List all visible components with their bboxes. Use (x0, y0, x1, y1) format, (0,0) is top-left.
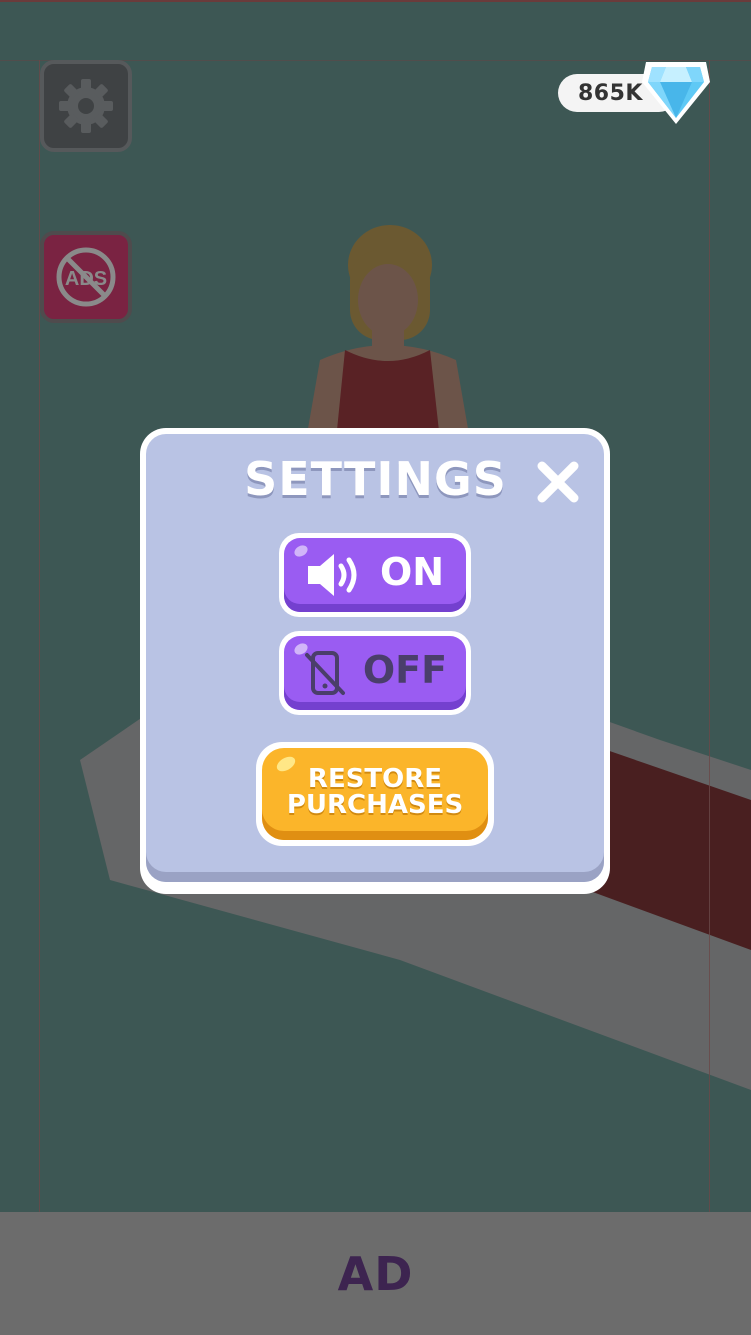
ad-label: AD (337, 1246, 414, 1301)
settings-button[interactable] (40, 60, 132, 152)
diamond-icon (642, 62, 710, 124)
settings-title: SETTINGS (244, 452, 507, 506)
close-icon[interactable] (534, 458, 582, 506)
ad-banner[interactable]: AD (0, 1212, 751, 1335)
restore-purchases-button[interactable]: RESTORE PURCHASES (256, 742, 494, 846)
speaker-icon (307, 554, 357, 596)
top-divider (0, 0, 751, 2)
button-shine (274, 753, 298, 775)
no-ads-icon: ADS (56, 247, 116, 307)
restore-label-line2: PURCHASES (286, 790, 464, 820)
no-vibration-icon (304, 651, 345, 695)
left-guide-line (39, 60, 40, 1212)
sound-toggle-button[interactable]: ON (279, 533, 471, 617)
svg-text:ADS: ADS (65, 268, 107, 290)
right-guide-line (709, 60, 710, 1212)
sound-toggle-label: ON (379, 550, 445, 594)
remove-ads-button[interactable]: ADS (40, 231, 132, 323)
vibration-toggle-button[interactable]: OFF (279, 631, 471, 715)
vibration-toggle-label: OFF (362, 648, 448, 692)
gem-count: 865K (578, 80, 643, 106)
gear-icon (59, 79, 113, 133)
